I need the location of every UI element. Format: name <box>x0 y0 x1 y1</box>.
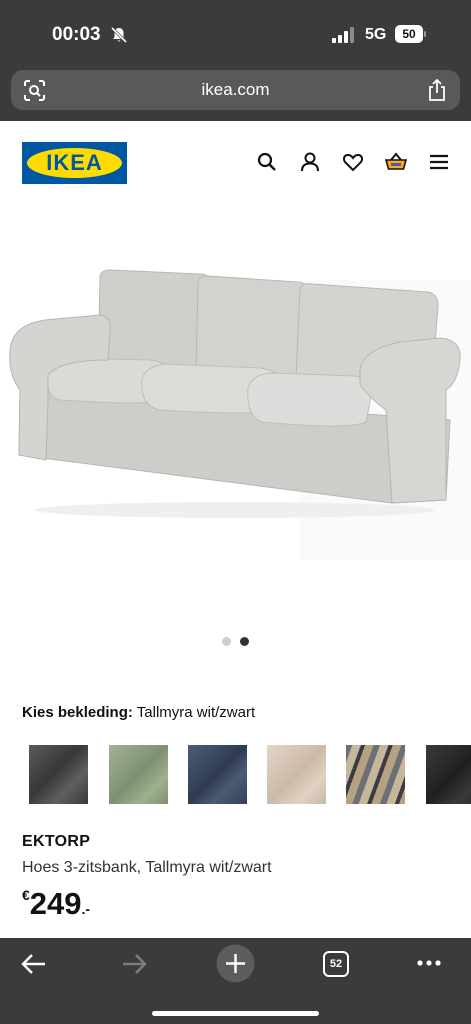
fabric-swatch[interactable] <box>267 745 326 804</box>
menu-icon[interactable] <box>428 151 450 173</box>
bell-muted-icon <box>110 26 128 44</box>
fabric-swatch[interactable] <box>109 745 168 804</box>
gallery-dot-active[interactable] <box>240 637 249 646</box>
fabric-selection: Kies bekleding: Tallmyra wit/zwart <box>22 704 255 721</box>
browser-bottom-bar: 52 <box>0 938 471 1024</box>
fabric-swatch[interactable] <box>426 745 471 804</box>
logo-text: IKEA <box>46 150 103 175</box>
forward-icon[interactable] <box>120 952 148 976</box>
product-name[interactable]: EKTORP <box>22 833 90 851</box>
price-amount: 249 <box>29 886 82 921</box>
search-icon[interactable] <box>256 151 278 173</box>
tabs-count-button[interactable]: 52 <box>323 951 349 977</box>
back-icon[interactable] <box>20 952 48 976</box>
fabric-swatches <box>29 745 471 804</box>
product-image[interactable] <box>0 210 471 610</box>
home-indicator <box>152 1011 319 1016</box>
price-currency: € <box>22 887 30 903</box>
fabric-swatch[interactable] <box>188 745 247 804</box>
battery-icon: 50 <box>395 25 426 43</box>
fabric-swatch[interactable] <box>29 745 88 804</box>
status-time: 00:03 <box>52 24 101 45</box>
gallery-pagination <box>222 637 252 647</box>
fabric-swatch[interactable] <box>346 745 405 804</box>
heart-icon[interactable] <box>342 151 364 173</box>
url-domain[interactable]: ikea.com <box>11 80 460 100</box>
basket-icon[interactable] <box>385 151 407 173</box>
signal-icon <box>332 27 354 43</box>
ikea-logo[interactable]: IKEA <box>22 142 127 184</box>
battery-level: 50 <box>395 25 423 43</box>
price-suffix: .- <box>81 901 91 917</box>
network-label: 5G <box>365 26 387 43</box>
product-price: €249.- <box>22 886 90 922</box>
browser-top-chrome: 00:03 5G 50 ikea.com <box>0 0 471 121</box>
fabric-selected: Tallmyra wit/zwart <box>136 704 256 721</box>
more-icon[interactable] <box>416 958 442 968</box>
new-tab-icon[interactable] <box>216 944 255 983</box>
account-icon[interactable] <box>299 151 321 173</box>
fabric-label: Kies bekleding: <box>22 704 133 721</box>
product-description: Hoes 3-zitsbank, Tallmyra wit/zwart <box>22 859 272 876</box>
gallery-dot[interactable] <box>222 637 231 646</box>
share-icon[interactable] <box>427 79 447 101</box>
url-bar[interactable]: ikea.com <box>11 70 460 110</box>
